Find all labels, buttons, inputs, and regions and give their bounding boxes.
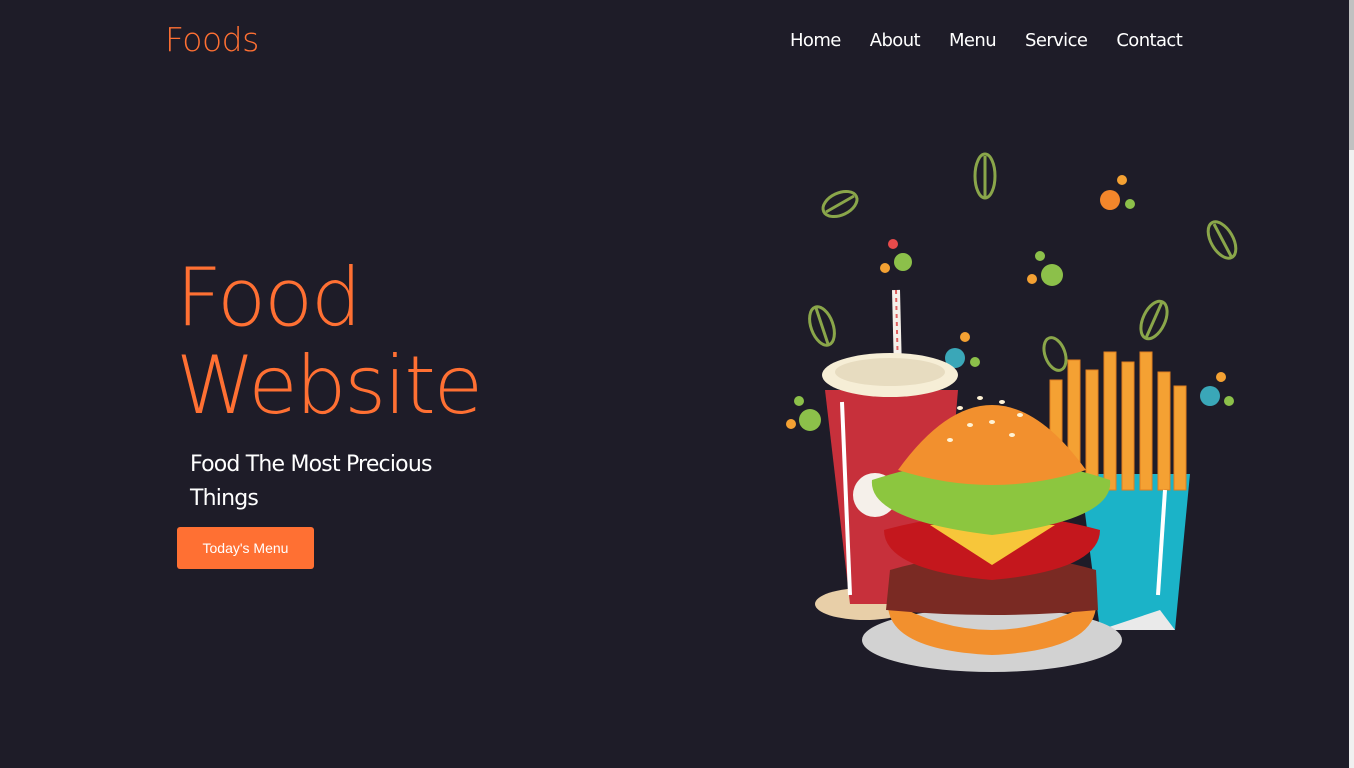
leaf-icon	[808, 305, 836, 347]
logo[interactable]: Foods	[165, 20, 259, 59]
nav-about[interactable]: About	[870, 30, 921, 51]
burger-fries-drink-illustration	[786, 152, 1238, 672]
scrollbar[interactable]	[1349, 0, 1354, 768]
nav-menu[interactable]: Menu	[949, 30, 997, 51]
nav-contact[interactable]: Contact	[1116, 30, 1182, 51]
nav-home[interactable]: Home	[790, 30, 841, 51]
hero-title: Food Website	[176, 251, 483, 432]
hero-title-line1: Food	[176, 251, 362, 344]
hero-subtitle: Food The Most Precious Things	[190, 452, 432, 511]
leaf-icon	[1042, 336, 1068, 372]
leaf-icon	[1206, 220, 1238, 260]
hero-title-line2: Website	[176, 339, 483, 432]
leaf-icon	[973, 152, 997, 200]
todays-menu-button[interactable]: Today's Menu	[177, 527, 314, 569]
page: Foods Home About Menu Service Contact Fo…	[0, 0, 1354, 768]
leaf-icon	[821, 189, 859, 219]
main-nav: Home About Menu Service Contact	[790, 30, 1211, 51]
leaf-icon	[1139, 299, 1169, 341]
scrollbar-thumb[interactable]	[1349, 0, 1354, 150]
nav-service[interactable]: Service	[1025, 30, 1088, 51]
